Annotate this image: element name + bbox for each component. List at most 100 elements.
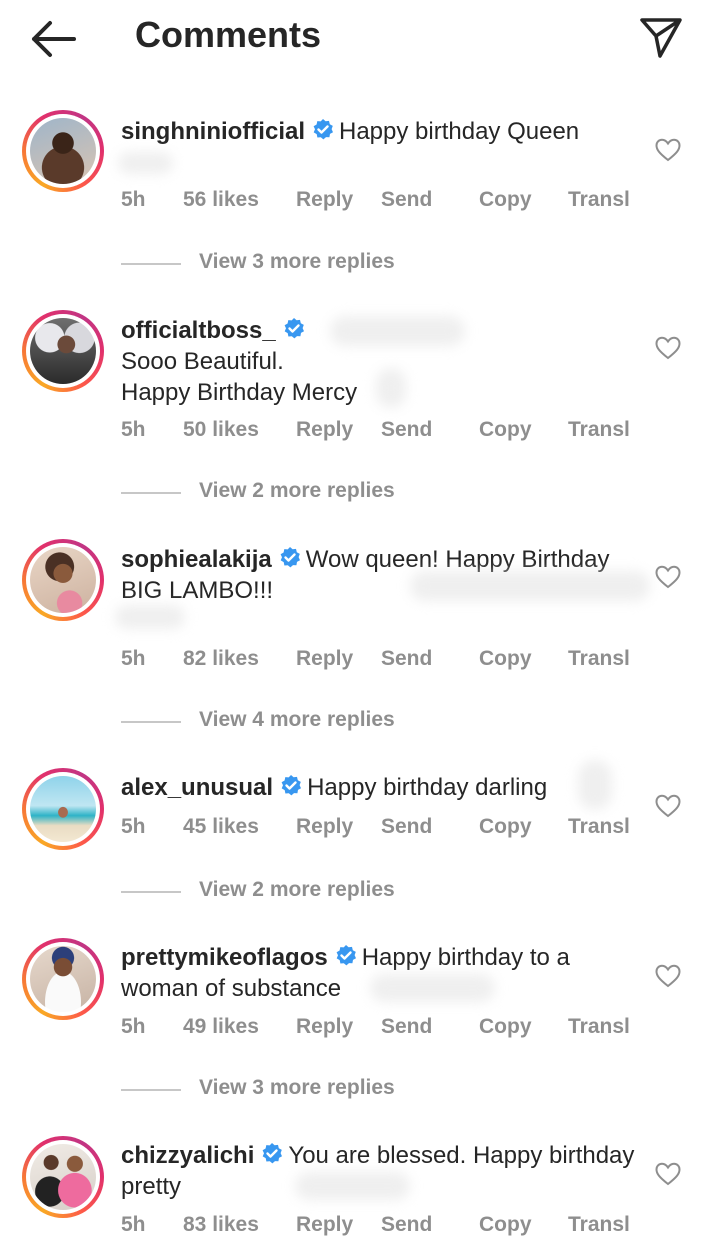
arrow-left-icon (32, 21, 76, 57)
view-replies-button[interactable]: View 4 more replies (121, 708, 521, 738)
like-button[interactable] (655, 1162, 681, 1186)
replies-divider-line (121, 721, 181, 723)
share-button[interactable] (638, 14, 684, 60)
verified-badge-icon (284, 318, 304, 339)
like-button[interactable] (655, 565, 681, 589)
comment-likes[interactable]: 50 likes (183, 418, 259, 442)
comment-username[interactable]: officialtboss_ (121, 317, 276, 344)
avatar (30, 776, 96, 842)
heart-icon (655, 336, 681, 360)
reply-button[interactable]: Reply (296, 188, 353, 212)
translate-button[interactable]: Transl (568, 418, 630, 442)
back-button[interactable] (30, 20, 76, 58)
replies-divider-line (121, 891, 181, 893)
comment-item: prettymikeoflagos Happy birthday to a wom… (0, 938, 720, 1108)
translate-button[interactable]: Transl (568, 647, 630, 671)
translate-button[interactable]: Transl (568, 188, 630, 212)
copy-button[interactable]: Copy (479, 1015, 532, 1039)
comment-time: 5h (121, 1213, 146, 1236)
avatar-story-ring[interactable] (22, 539, 104, 621)
send-button[interactable]: Send (381, 815, 432, 839)
view-replies-label: View 3 more replies (199, 1076, 395, 1099)
comment-username[interactable]: sophiealakija (121, 546, 272, 573)
avatar-story-ring[interactable] (22, 768, 104, 850)
avatar-story-ring[interactable] (22, 1136, 104, 1218)
comment-likes[interactable]: 45 likes (183, 815, 259, 839)
replies-divider-line (121, 1089, 181, 1091)
view-replies-label: View 3 more replies (199, 250, 395, 273)
comment-item: chizzyalichi You are blessed. Happy birth… (0, 1136, 720, 1252)
send-button[interactable]: Send (381, 1213, 432, 1237)
comment-username[interactable]: prettymikeoflagos (121, 944, 328, 971)
reply-button[interactable]: Reply (296, 647, 353, 671)
translate-button[interactable]: Transl (568, 815, 630, 839)
comment-text: Happy birthday Queen (339, 118, 580, 145)
heart-icon (655, 794, 681, 818)
comment-likes[interactable]: 83 likes (183, 1213, 259, 1237)
reply-button[interactable]: Reply (296, 1015, 353, 1039)
like-button[interactable] (655, 336, 681, 360)
comment-text: Happy birthday darling (307, 774, 548, 801)
send-button[interactable]: Send (381, 1015, 432, 1039)
avatar (30, 118, 96, 184)
like-button[interactable] (655, 138, 681, 162)
view-replies-label: View 2 more replies (199, 878, 395, 901)
comment-time: 5h (121, 1015, 146, 1038)
view-replies-label: View 4 more replies (199, 708, 395, 731)
heart-icon (655, 1162, 681, 1186)
comment-likes[interactable]: 56 likes (183, 188, 259, 212)
send-button[interactable]: Send (381, 188, 432, 212)
paper-plane-icon (640, 18, 682, 58)
replies-divider-line (121, 263, 181, 265)
verified-badge-icon (262, 1143, 283, 1164)
view-replies-button[interactable]: View 2 more replies (121, 878, 521, 908)
like-button[interactable] (655, 964, 681, 988)
reply-button[interactable]: Reply (296, 815, 353, 839)
reply-button[interactable]: Reply (296, 1213, 353, 1237)
heart-icon (655, 138, 681, 162)
send-button[interactable]: Send (381, 418, 432, 442)
comment-item: singhniniofficial Happy birthday Queen 5h… (0, 110, 720, 280)
comment-item: alex_unusual Happy birthday darling 5h 45… (0, 760, 720, 908)
view-replies-button[interactable]: View 3 more replies (121, 250, 521, 280)
avatar (30, 946, 96, 1012)
page-title: Comments (135, 14, 322, 55)
verified-badge-icon (281, 775, 302, 796)
header-bar: Comments (0, 0, 720, 78)
comment-time: 5h (121, 188, 146, 211)
comment-username[interactable]: singhniniofficial (121, 118, 305, 145)
copy-button[interactable]: Copy (479, 418, 532, 442)
avatar-story-ring[interactable] (22, 938, 104, 1020)
comment-username[interactable]: chizzyalichi (121, 1142, 254, 1169)
like-button[interactable] (655, 794, 681, 818)
comment-likes[interactable]: 49 likes (183, 1015, 259, 1039)
comment-item: officialtboss_ Sooo Beautiful. Happy Birt… (0, 310, 720, 510)
comment-time: 5h (121, 418, 146, 441)
view-replies-button[interactable]: View 3 more replies (121, 1076, 521, 1106)
copy-button[interactable]: Copy (479, 647, 532, 671)
avatar-story-ring[interactable] (22, 310, 104, 392)
comment-likes[interactable]: 82 likes (183, 647, 259, 671)
comment-item: sophiealakija Wow queen! Happy Birthday B… (0, 539, 720, 739)
avatar (30, 1144, 96, 1210)
heart-icon (655, 565, 681, 589)
comment-time: 5h (121, 647, 146, 670)
comment-username[interactable]: alex_unusual (121, 774, 273, 801)
copy-button[interactable]: Copy (479, 188, 532, 212)
replies-divider-line (121, 492, 181, 494)
send-button[interactable]: Send (381, 647, 432, 671)
verified-badge-icon (336, 945, 356, 966)
comment-text: Sooo Beautiful. Happy Birthday Mercy (121, 348, 358, 406)
translate-button[interactable]: Transl (568, 1015, 630, 1039)
verified-badge-icon (280, 547, 300, 568)
view-replies-button[interactable]: View 2 more replies (121, 479, 521, 509)
verified-badge-icon (313, 119, 333, 140)
copy-button[interactable]: Copy (479, 1213, 532, 1237)
avatar-story-ring[interactable] (22, 110, 104, 192)
view-replies-label: View 2 more replies (199, 479, 395, 502)
reply-button[interactable]: Reply (296, 418, 353, 442)
avatar (30, 318, 96, 384)
translate-button[interactable]: Transl (568, 1213, 630, 1237)
copy-button[interactable]: Copy (479, 815, 532, 839)
comment-time: 5h (121, 815, 146, 838)
